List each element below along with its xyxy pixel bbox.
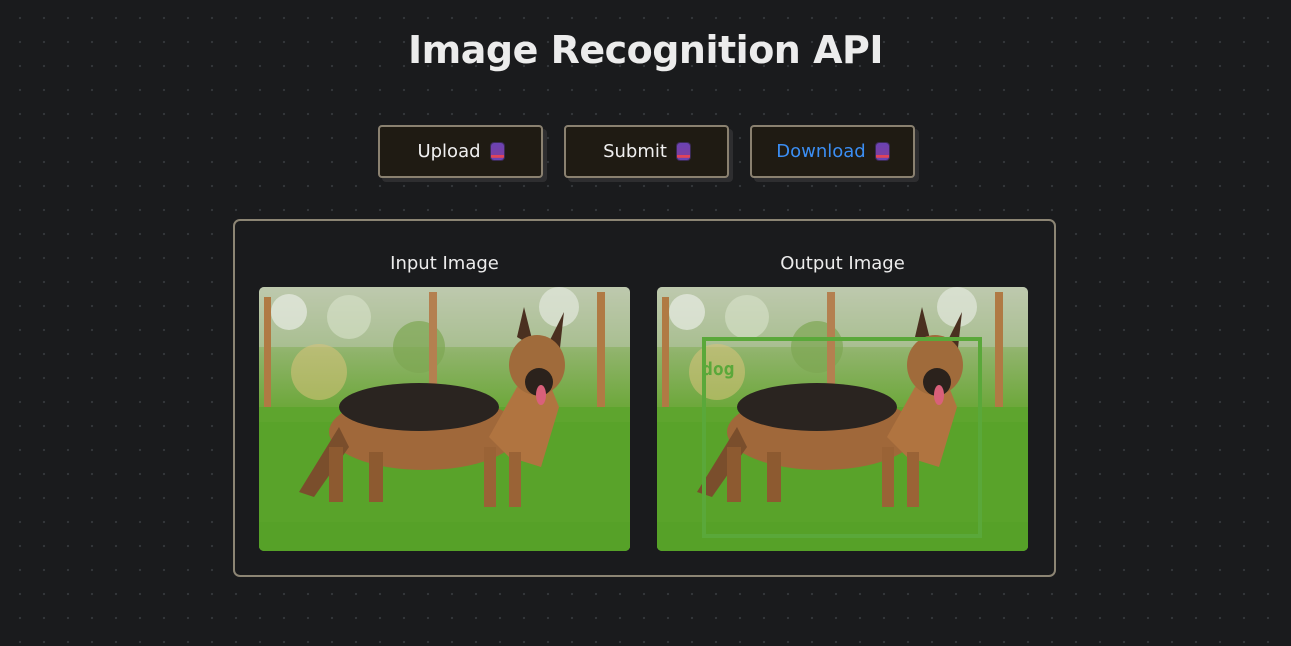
- book-icon: [676, 143, 690, 160]
- download-button[interactable]: Download: [750, 125, 915, 178]
- submit-button[interactable]: Submit: [564, 125, 729, 178]
- output-image-label: Output Image: [780, 253, 905, 274]
- input-column: Input Image: [259, 251, 630, 551]
- download-button-label: Download: [776, 141, 866, 162]
- input-image-label: Input Image: [390, 253, 499, 274]
- upload-button-label: Upload: [417, 141, 481, 162]
- detection-bounding-box: [702, 337, 982, 538]
- toolbar: Upload Submit Download: [0, 125, 1291, 178]
- output-image: dog: [657, 287, 1028, 551]
- upload-button[interactable]: Upload: [378, 125, 543, 178]
- submit-button-label: Submit: [603, 141, 667, 162]
- dog-photo: [259, 287, 630, 551]
- book-icon: [875, 143, 889, 160]
- detection-label: dog: [702, 359, 735, 380]
- page-title: Image Recognition API: [407, 28, 884, 72]
- output-column: Output Image dog: [657, 251, 1028, 551]
- image-comparison-panel: Input Image Output Image dog: [233, 219, 1056, 577]
- book-icon: [490, 143, 504, 160]
- input-image: [259, 287, 630, 551]
